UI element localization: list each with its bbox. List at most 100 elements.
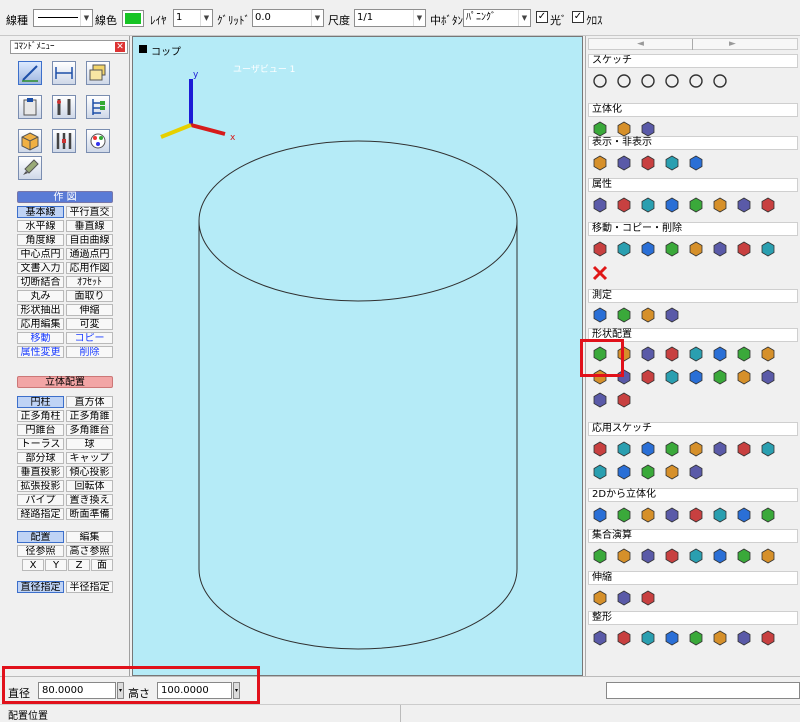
wireframe-icon[interactable] bbox=[663, 196, 681, 214]
array-icon[interactable] bbox=[711, 240, 729, 258]
solid-command-button[interactable]: 直方体 bbox=[66, 396, 113, 408]
box-icon[interactable] bbox=[735, 368, 753, 386]
partial-icon[interactable] bbox=[711, 345, 729, 363]
drawing-command-button[interactable]: ｵﾌｾｯﾄ bbox=[66, 276, 113, 288]
shape-5-icon[interactable] bbox=[687, 629, 705, 647]
point-measure-icon[interactable] bbox=[591, 306, 609, 324]
drawing-command-button[interactable]: 水平線 bbox=[17, 220, 64, 232]
solid-command-button[interactable]: 正多角柱 bbox=[17, 410, 64, 422]
stair-icon[interactable] bbox=[759, 506, 777, 524]
copy-icon[interactable] bbox=[663, 240, 681, 258]
solid-command-button[interactable]: 置き換え bbox=[66, 494, 113, 506]
subtract-icon[interactable] bbox=[615, 547, 633, 565]
point-icon[interactable] bbox=[711, 440, 729, 458]
grid-select[interactable]: 0.0 ▼ bbox=[252, 9, 324, 27]
circle-icon[interactable] bbox=[615, 72, 633, 90]
drawing-command-button[interactable]: 自由曲線 bbox=[66, 234, 113, 246]
line-color-select[interactable] bbox=[122, 10, 144, 27]
axis-z-button[interactable]: Z bbox=[68, 559, 90, 571]
shade-edge-icon[interactable] bbox=[735, 196, 753, 214]
drawing-command-button[interactable]: 移動 bbox=[17, 332, 64, 344]
cone-2d-icon[interactable] bbox=[687, 506, 705, 524]
drawing-command-button[interactable]: 通過点円 bbox=[66, 248, 113, 260]
layer-stack-icon[interactable] bbox=[735, 506, 753, 524]
render-icon[interactable] bbox=[759, 196, 777, 214]
solid-command-button[interactable]: 円柱 bbox=[17, 396, 64, 408]
restore-icon[interactable] bbox=[687, 154, 705, 172]
light-checkbox[interactable]: ✓ bbox=[536, 11, 548, 23]
spline-icon[interactable] bbox=[687, 72, 705, 90]
linewidth-icon[interactable] bbox=[639, 196, 657, 214]
copy-rotate-icon[interactable] bbox=[687, 240, 705, 258]
tube-icon[interactable] bbox=[639, 345, 657, 363]
brush-tool-icon[interactable] bbox=[18, 156, 42, 180]
intersect-icon[interactable] bbox=[639, 547, 657, 565]
hemisphere-icon[interactable] bbox=[759, 345, 777, 363]
trim-icon[interactable] bbox=[663, 463, 681, 481]
union-icon[interactable] bbox=[591, 547, 609, 565]
cone-icon[interactable] bbox=[663, 345, 681, 363]
fillet-icon[interactable] bbox=[591, 463, 609, 481]
extrude-icon[interactable] bbox=[591, 120, 609, 138]
solid-command-button[interactable]: 正多角錐 bbox=[66, 410, 113, 422]
length-measure-icon[interactable] bbox=[639, 306, 657, 324]
rect-sketch-icon[interactable] bbox=[639, 440, 657, 458]
height-reference-button[interactable]: 高さ参照 bbox=[66, 545, 113, 557]
split-icon[interactable] bbox=[663, 547, 681, 565]
slice-icon[interactable] bbox=[687, 547, 705, 565]
move-icon[interactable] bbox=[591, 240, 609, 258]
solid-command-button[interactable]: トーラス bbox=[17, 438, 64, 450]
sweep-2d-icon[interactable] bbox=[663, 506, 681, 524]
drawing-command-button[interactable]: 面取り bbox=[66, 290, 113, 302]
lock-icon[interactable] bbox=[759, 368, 777, 386]
solid-command-button[interactable]: 拡張投影 bbox=[17, 480, 64, 492]
radius-mode-button[interactable]: 半径指定 bbox=[66, 581, 113, 593]
drawing-command-button[interactable]: 属性変更 bbox=[17, 346, 64, 358]
drawing-command-button[interactable]: 伸縮 bbox=[66, 304, 113, 316]
drawing-command-button[interactable]: 文書入力 bbox=[17, 262, 64, 274]
close-icon[interactable]: ✕ bbox=[115, 42, 125, 52]
clipboard-tool-icon[interactable] bbox=[18, 95, 42, 119]
drawing-command-button[interactable]: 基本線 bbox=[17, 206, 64, 218]
solid-command-button[interactable]: 傾心投影 bbox=[66, 466, 113, 478]
dimension-tool-icon[interactable] bbox=[52, 61, 76, 85]
cube-tool-icon[interactable] bbox=[18, 129, 42, 153]
layer-select[interactable]: 1 ▼ bbox=[173, 9, 213, 27]
hidden-line-icon[interactable] bbox=[687, 196, 705, 214]
axis-x-button[interactable]: X bbox=[22, 559, 44, 571]
solid-command-button[interactable]: 経路指定 bbox=[17, 508, 64, 520]
loft-icon[interactable] bbox=[639, 506, 657, 524]
axis-plane-button[interactable]: 面 bbox=[91, 559, 113, 571]
chamfer-icon[interactable] bbox=[615, 463, 633, 481]
show-icon[interactable] bbox=[591, 154, 609, 172]
stretch-box-icon[interactable] bbox=[639, 589, 657, 607]
revolve-icon[interactable] bbox=[615, 120, 633, 138]
diameter-mode-button[interactable]: 直径指定 bbox=[17, 581, 64, 593]
drawing-command-button[interactable]: 垂直線 bbox=[66, 220, 113, 232]
tools-icon[interactable] bbox=[52, 129, 76, 153]
solid-command-button[interactable]: 回転体 bbox=[66, 480, 113, 492]
slot-icon[interactable] bbox=[663, 440, 681, 458]
sweep-icon[interactable] bbox=[639, 120, 657, 138]
show-all-icon[interactable] bbox=[639, 154, 657, 172]
place-gear-icon[interactable] bbox=[591, 391, 609, 409]
edit-button[interactable]: 編集 bbox=[66, 531, 113, 543]
extend-icon[interactable] bbox=[687, 463, 705, 481]
line-sketch-icon[interactable] bbox=[591, 440, 609, 458]
shell-icon[interactable] bbox=[711, 506, 729, 524]
solid-command-button[interactable]: パイプ bbox=[17, 494, 64, 506]
nav-right-button[interactable]: ► bbox=[729, 39, 736, 49]
color-icon[interactable] bbox=[591, 196, 609, 214]
drawing-command-button[interactable]: 角度線 bbox=[17, 234, 64, 246]
line-icon[interactable] bbox=[591, 72, 609, 90]
divide-icon[interactable] bbox=[711, 547, 729, 565]
mirror-icon[interactable] bbox=[639, 240, 657, 258]
shape-1-icon[interactable] bbox=[591, 629, 609, 647]
shape-7-icon[interactable] bbox=[735, 629, 753, 647]
axis-y-button[interactable]: Y bbox=[45, 559, 67, 571]
angle-measure-icon[interactable] bbox=[663, 306, 681, 324]
layer-tool-icon[interactable] bbox=[86, 61, 110, 85]
cube-icon[interactable] bbox=[711, 368, 729, 386]
palette-tool-icon[interactable] bbox=[86, 129, 110, 153]
polygon-icon[interactable] bbox=[687, 440, 705, 458]
